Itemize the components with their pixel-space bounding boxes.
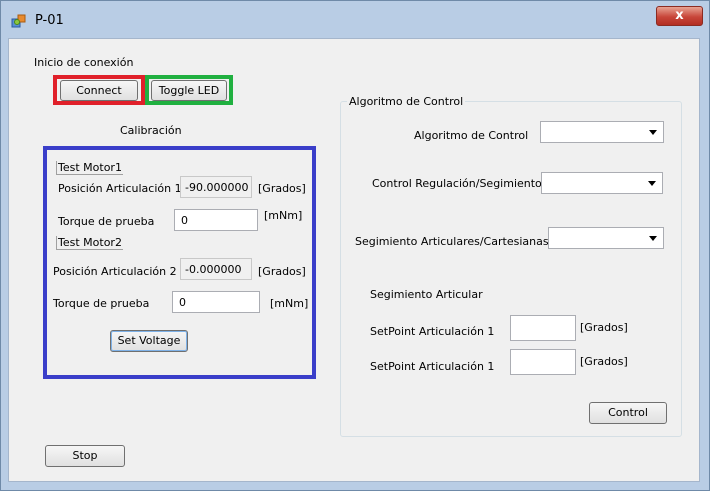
- chevron-down-icon: [649, 236, 657, 241]
- chevron-down-icon: [648, 181, 656, 186]
- position-joint1-value: -90.000000: [180, 176, 252, 198]
- setpoint2-unit: [Grados]: [580, 355, 628, 368]
- app-icon: [11, 13, 27, 29]
- algorithm-label: Algoritmo de Control: [414, 129, 529, 142]
- torque-test1-unit: [mNm]: [264, 209, 303, 222]
- regulation-label: Control Regulación/Segimiento: [372, 177, 542, 190]
- title-bar[interactable]: P-01 x: [1, 1, 707, 35]
- position-joint2-label: Posición Articulación 2: [53, 265, 177, 278]
- position-joint1-label: Posición Articulación 1: [58, 182, 182, 195]
- setpoint1-input[interactable]: [510, 315, 576, 341]
- toggle-led-button[interactable]: Toggle LED: [151, 80, 227, 101]
- stop-button[interactable]: Stop: [45, 445, 125, 467]
- tracking-label: Segimiento Articulares/Cartesianas: [355, 235, 549, 248]
- control-algorithm-group: [340, 101, 682, 437]
- joint-tracking-label: Segimiento Articular: [370, 288, 483, 301]
- position-joint2-unit: [Grados]: [258, 265, 306, 278]
- close-button[interactable]: x: [656, 6, 703, 26]
- position-joint1-unit: [Grados]: [258, 182, 306, 195]
- torque-test1-label: Torque de prueba: [58, 215, 155, 228]
- torque-test1-input[interactable]: 0: [174, 209, 258, 231]
- position-joint2-value: -0.000000: [180, 258, 252, 280]
- torque-test2-input[interactable]: 0: [172, 291, 260, 313]
- regulation-select[interactable]: [541, 172, 663, 194]
- set-voltage-button[interactable]: Set Voltage: [110, 330, 188, 352]
- test-motor1-label: Test Motor1: [56, 161, 123, 175]
- control-button[interactable]: Control: [589, 402, 667, 424]
- torque-test2-unit: [mNm]: [270, 297, 309, 310]
- setpoint2-input[interactable]: [510, 349, 576, 375]
- calibration-title: Calibración: [120, 124, 182, 137]
- window-title: P-01: [35, 13, 64, 28]
- torque-test2-label: Torque de prueba: [53, 297, 150, 310]
- setpoint1-label: SetPoint Articulación 1: [370, 325, 495, 338]
- control-group-title: Algoritmo de Control: [347, 95, 466, 108]
- chevron-down-icon: [649, 130, 657, 135]
- test-motor2-label: Test Motor2: [56, 236, 123, 250]
- connection-section-label: Inicio de conexión: [34, 56, 134, 69]
- tracking-select[interactable]: [548, 227, 664, 249]
- connect-button[interactable]: Connect: [60, 80, 138, 101]
- setpoint1-unit: [Grados]: [580, 321, 628, 334]
- setpoint2-label: SetPoint Articulación 1: [370, 360, 495, 373]
- close-icon: x: [675, 8, 684, 23]
- algorithm-select[interactable]: [540, 121, 664, 143]
